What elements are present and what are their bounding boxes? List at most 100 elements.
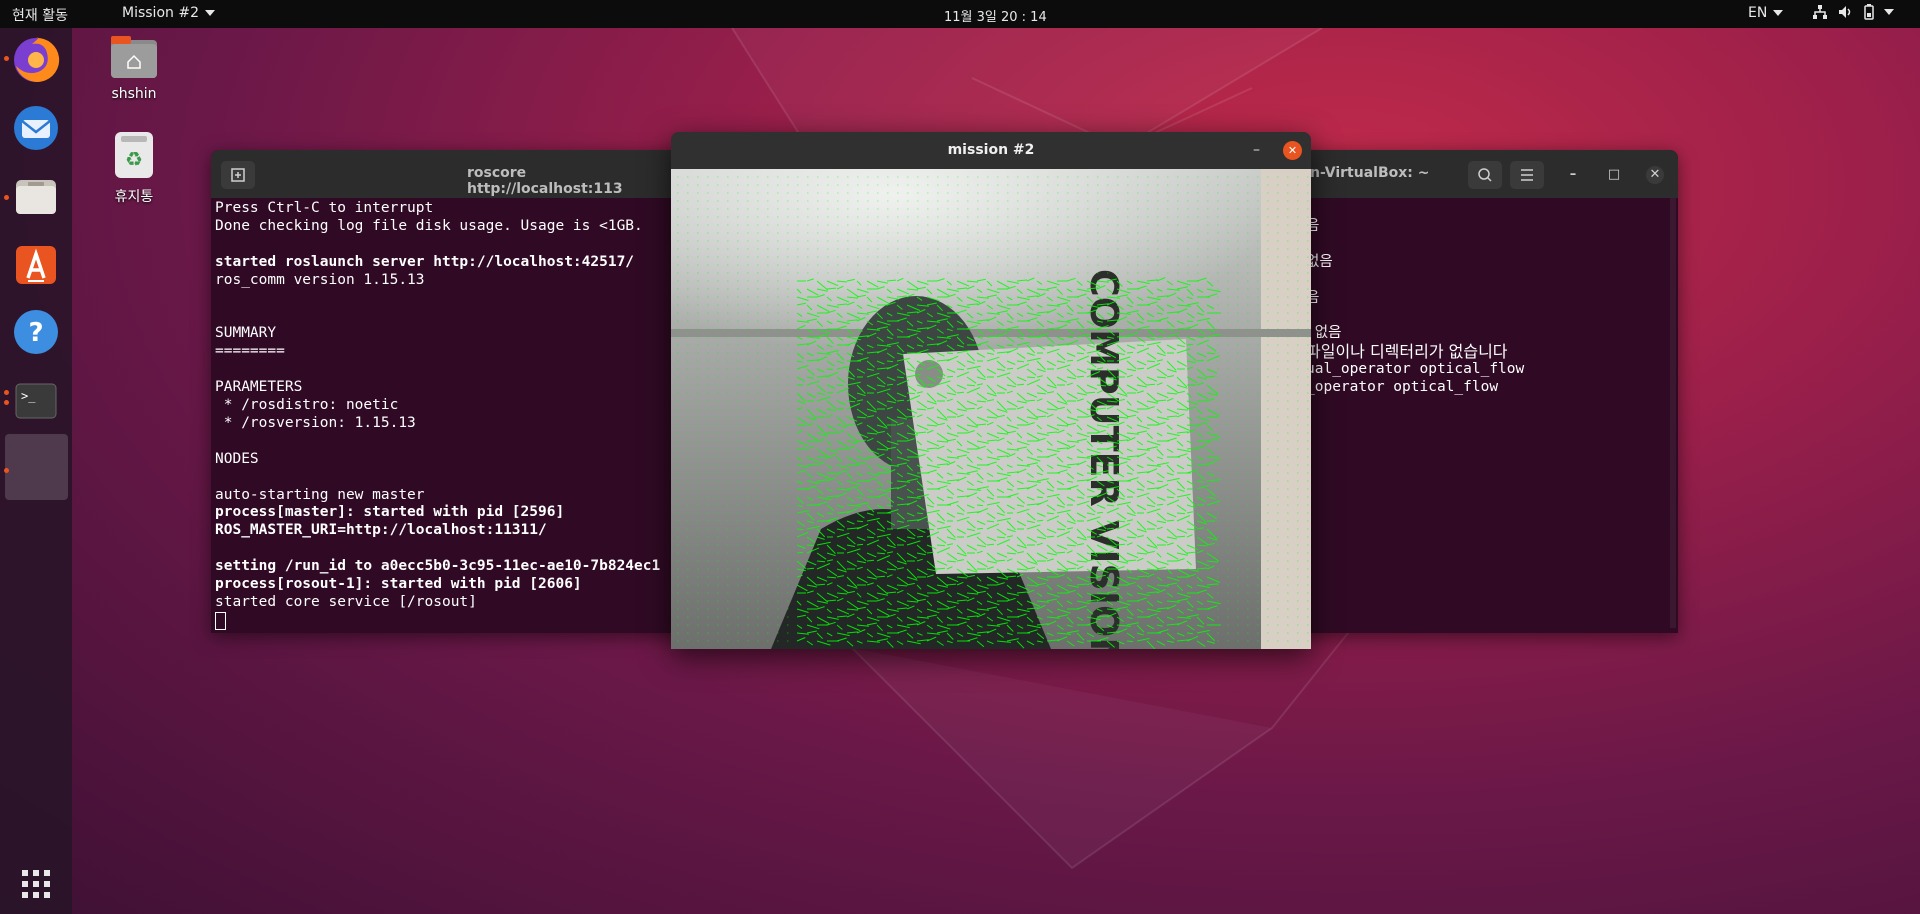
terminal-prompt-line [215, 611, 683, 631]
minimize-button[interactable]: – [1253, 132, 1260, 169]
flow-vector [1006, 367, 1014, 370]
language-indicator[interactable]: EN [1748, 5, 1784, 21]
running-indicator [4, 400, 9, 405]
flow-vector [1126, 351, 1134, 354]
terminal-line: auto-starting new master [215, 486, 425, 503]
optical-flow-view[interactable]: COMPUTER VISION [671, 169, 1311, 649]
terminal-line: _operator optical_flow [1306, 379, 1499, 396]
flow-vector [1186, 343, 1194, 346]
flow-vector [1076, 375, 1085, 378]
minimize-icon: – [1569, 167, 1577, 182]
flow-vector [976, 504, 984, 507]
flow-vector [1106, 504, 1115, 507]
hamburger-menu-icon [1521, 169, 1533, 181]
terminal-home-window[interactable]: n-VirtualBox: ~ – □ ✕ 음 없음 음 없음 파일이나 디렉터리… [1300, 150, 1678, 633]
app-menu-button[interactable]: Mission #2 [122, 5, 215, 21]
terminal-icon[interactable]: >_ [12, 376, 60, 424]
terminal-roscore-window[interactable]: roscore http://localhost:113 Press Ctrl-… [211, 150, 683, 633]
clock[interactable]: 11월 3일 20 : 14 [944, 6, 1047, 25]
svg-text:?: ? [28, 318, 43, 348]
close-button[interactable]: ✕ [1283, 141, 1302, 160]
maximize-button[interactable]: □ [1605, 166, 1623, 184]
desktop-home-folder[interactable]: shshin [89, 36, 179, 102]
terminal-home-titlebar[interactable]: n-VirtualBox: ~ – □ ✕ [1300, 150, 1678, 198]
firefox-icon[interactable] [12, 36, 60, 84]
help-icon[interactable]: ? [12, 308, 60, 356]
flow-vector [826, 391, 834, 394]
mission-window[interactable]: mission #2 – ✕ COMPUTER VISION [671, 132, 1311, 649]
desktop-trash[interactable]: ♻ 휴지통 [89, 132, 179, 206]
chevron-down-icon [1773, 10, 1784, 16]
minimize-button[interactable]: – [1564, 166, 1582, 184]
terminal-line: Done checking log file disk usage. Usage… [215, 217, 643, 234]
flow-vector [856, 543, 864, 546]
terminal-line: process[rosout-1]: started with pid [260… [215, 576, 582, 593]
files-icon[interactable] [12, 172, 60, 220]
terminal-roscore-title: roscore http://localhost:113 [467, 165, 623, 197]
terminal-line: SUMMARY [215, 325, 277, 342]
menu-button[interactable] [1510, 161, 1544, 189]
flow-vector [1126, 640, 1134, 643]
terminal-home-output[interactable]: 음 없음 음 없음 파일이나 디렉터리가 없습니다 ual_operator opt… [1300, 198, 1678, 397]
terminal-line: started core service [/rosout] [215, 593, 477, 610]
flow-vector [1096, 511, 1104, 514]
flow-vector [1096, 488, 1104, 491]
terminal-home-title: n-VirtualBox: ~ [1310, 165, 1430, 181]
terminal-line: ======== [215, 343, 285, 360]
flow-vector [916, 535, 924, 538]
terminal-cursor [215, 611, 226, 630]
activities-button[interactable]: 현재 활동 [12, 5, 68, 25]
terminal-line: ROS_MASTER_URI=http://localhost:11311/ [215, 522, 547, 539]
terminal-line: Press Ctrl-C to interrupt [215, 200, 434, 216]
app-menu-label: Mission #2 [122, 5, 199, 21]
flow-vector [866, 536, 875, 539]
terminal-line: PARAMETERS [215, 379, 303, 396]
close-button[interactable]: ✕ [1646, 166, 1664, 184]
terminal-roscore-titlebar[interactable]: roscore http://localhost:113 [211, 150, 683, 198]
terminal-line: * /rosversion: 1.15.13 [215, 414, 416, 431]
flow-vector [836, 384, 845, 387]
system-tray[interactable] [1812, 4, 1894, 20]
terminal-line: ros_comm version 1.15.13 [215, 271, 425, 288]
terminal-line: setting /run_id to a0ecc5b0-3c95-11ec-ae… [215, 558, 661, 575]
sign-text: COMPUTER VISION [1082, 269, 1126, 649]
terminal-line: 파일이나 디렉터리가 없습니다 [1306, 342, 1508, 362]
flow-vector [836, 407, 845, 410]
terminal-roscore-output[interactable]: Press Ctrl-C to interrupt Done checking l… [211, 198, 683, 631]
flow-vector [886, 360, 894, 363]
flow-vector [1046, 512, 1055, 515]
flow-vector [926, 528, 935, 531]
trash-icon: ♻ [115, 132, 153, 178]
search-button[interactable] [1468, 161, 1502, 189]
maximize-icon: □ [1607, 167, 1621, 182]
flow-vector [946, 352, 954, 355]
flow-vector [986, 520, 995, 523]
thunderbird-icon[interactable] [12, 104, 60, 152]
flow-vector [806, 544, 815, 547]
flow-vector [1016, 383, 1025, 386]
new-tab-button[interactable] [221, 161, 255, 189]
minimize-icon: – [1253, 142, 1260, 158]
terminal-line: NODES [215, 450, 259, 467]
search-icon [1478, 168, 1492, 182]
terminal-scrollbar[interactable] [1670, 198, 1676, 628]
terminal-line: process[master]: started with pid [2596] [215, 504, 565, 521]
flow-vector [1036, 519, 1044, 522]
home-folder-label: shshin [111, 86, 157, 102]
show-applications-icon[interactable] [12, 860, 60, 908]
flow-vector [1156, 480, 1164, 483]
opencv-window-icon[interactable] [5, 434, 68, 500]
flow-vector [1066, 359, 1074, 362]
flow-vector [1076, 352, 1085, 355]
flow-vector [1156, 503, 1164, 506]
flow-vector [866, 559, 875, 562]
mission-titlebar[interactable]: mission #2 – ✕ [671, 132, 1311, 169]
chevron-down-icon [1884, 9, 1894, 15]
flow-vector [956, 368, 965, 371]
software-icon[interactable] [12, 240, 60, 288]
